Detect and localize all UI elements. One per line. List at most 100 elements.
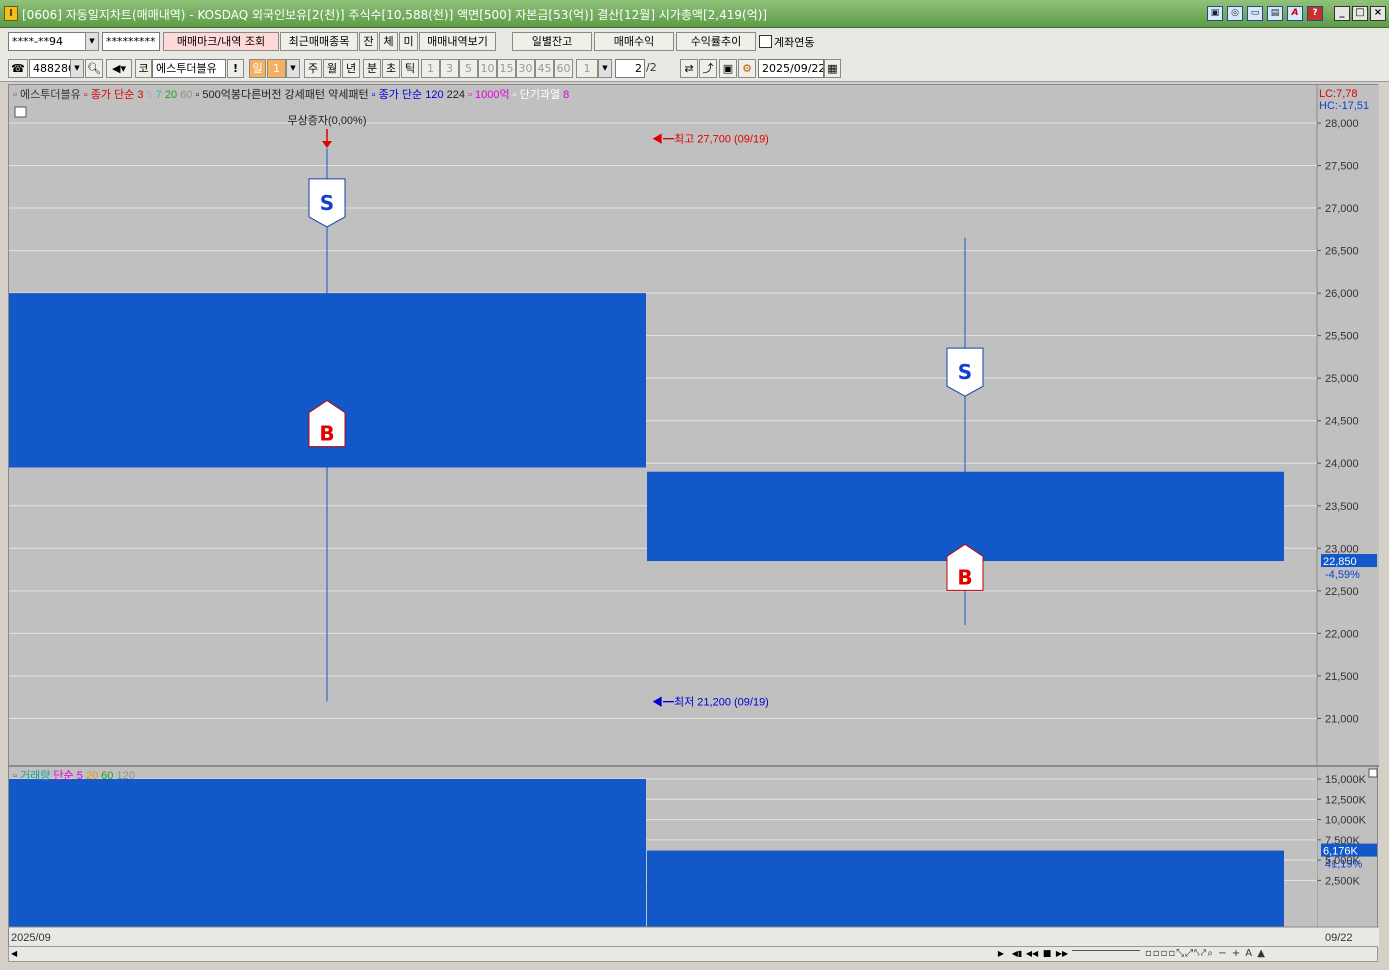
help-icon[interactable]: ? bbox=[1307, 6, 1323, 21]
legend-item[interactable]: ▫ 1000억 bbox=[465, 88, 510, 101]
scroll-left-icon[interactable]: ◀ bbox=[11, 949, 17, 958]
interval-button[interactable]: 60 bbox=[554, 59, 573, 78]
period-dropdown-icon[interactable]: ▼ bbox=[286, 59, 300, 78]
interval-button[interactable]: 15 bbox=[497, 59, 516, 78]
stop-icon[interactable]: ■ bbox=[1040, 947, 1054, 961]
code-dropdown-icon[interactable]: ▼ bbox=[70, 59, 84, 78]
period-monthly-button[interactable]: 월 bbox=[323, 59, 341, 78]
recent-stocks-button[interactable]: 최근매매종목 bbox=[280, 32, 358, 51]
speaker-icon[interactable]: ◀▾ bbox=[106, 59, 132, 78]
zoom-slider[interactable] bbox=[1072, 950, 1140, 958]
sell-mark-label: S bbox=[958, 360, 972, 384]
account-dropdown-icon[interactable]: ▼ bbox=[85, 32, 99, 51]
step-back-icon[interactable]: ◀▮ bbox=[1010, 947, 1024, 961]
volume-legend-item[interactable]: 단순 bbox=[50, 769, 73, 782]
interval-button[interactable]: 5 bbox=[459, 59, 478, 78]
legend-item[interactable]: ▫ 종가 단순 bbox=[81, 88, 135, 101]
minimize-button[interactable]: _ bbox=[1334, 6, 1350, 21]
period-daily-button[interactable]: 일 bbox=[249, 59, 266, 78]
password-input[interactable]: ********* bbox=[102, 32, 160, 51]
return-trend-button[interactable]: 수익률추이 bbox=[676, 32, 756, 51]
legend-item[interactable]: 224 bbox=[444, 89, 465, 101]
legend-item[interactable]: 60 bbox=[177, 89, 192, 101]
period-minute-button[interactable]: 분 bbox=[363, 59, 381, 78]
view-history-button[interactable]: 매매내역보기 bbox=[419, 32, 496, 51]
chart-area[interactable]: 28,000 27,500 27,000 26,500 26,000 25,500 25,0… bbox=[8, 84, 1379, 947]
period-tick-button[interactable]: 틱 bbox=[401, 59, 419, 78]
account-input[interactable]: ****-**94 bbox=[8, 32, 86, 51]
calendar-icon[interactable]: ▦ bbox=[824, 59, 841, 78]
volume-legend-item[interactable]: 5 bbox=[74, 770, 83, 782]
legend-item[interactable]: ▫ 단기과열 bbox=[510, 88, 561, 101]
legend-item[interactable]: 8 bbox=[560, 89, 569, 101]
period-weekly-button[interactable]: 주 bbox=[304, 59, 322, 78]
save-icon[interactable]: ▤ bbox=[1267, 6, 1283, 21]
chart-tools-strip[interactable]: ▫▫▫▫⤡⤢⤣⤤⌕ − + A ▲ bbox=[1145, 947, 1377, 961]
x-axis-bg bbox=[9, 927, 1379, 947]
page-input[interactable]: 2 bbox=[615, 59, 645, 78]
daily-balance-button[interactable]: 일별잔고 bbox=[512, 32, 592, 51]
fast-forward-icon[interactable]: ▶▶ bbox=[1055, 947, 1069, 961]
interval-button[interactable]: 30 bbox=[516, 59, 535, 78]
legend-item[interactable]: 5 bbox=[143, 89, 152, 101]
buy-mark-label: B bbox=[319, 422, 334, 446]
y-tick-label: 21,000 bbox=[1325, 713, 1359, 725]
legend-item[interactable]: ▫ 500억봉다른버전 강세패턴 bbox=[192, 88, 325, 101]
stock-code-input[interactable]: 488280 bbox=[29, 59, 71, 78]
interval-dropdown-icon[interactable]: ▼ bbox=[598, 59, 612, 78]
interval-button[interactable]: 10 bbox=[478, 59, 497, 78]
maximize-button[interactable]: □ bbox=[1352, 6, 1368, 21]
trade-mark-query-button[interactable]: 매매마크/내역 조회 bbox=[163, 32, 279, 51]
interval-button[interactable]: 45 bbox=[535, 59, 554, 78]
period-second-button[interactable]: 초 bbox=[382, 59, 400, 78]
save-disk-icon[interactable]: ▣ bbox=[719, 59, 737, 78]
search-icon[interactable]: 🔍︎ bbox=[85, 59, 103, 78]
interval-select[interactable]: 1 bbox=[576, 59, 598, 78]
date-input[interactable]: 2025/09/22 bbox=[758, 59, 824, 78]
legend-item[interactable]: 3 bbox=[134, 89, 143, 101]
sell-mark-label: S bbox=[320, 191, 334, 215]
interval-button[interactable]: 1 bbox=[421, 59, 440, 78]
account-link-checkbox[interactable] bbox=[759, 35, 772, 48]
alert-button[interactable]: ! bbox=[227, 59, 244, 78]
rewind-icon[interactable]: ◀◀ bbox=[1025, 947, 1039, 961]
volume-tick-label: 2,500K bbox=[1325, 875, 1361, 887]
layers-icon[interactable]: ◎ bbox=[1227, 6, 1243, 21]
unfilled-button[interactable]: 미 bbox=[399, 32, 418, 51]
filled-button[interactable]: 체 bbox=[379, 32, 398, 51]
period-yearly-button[interactable]: 년 bbox=[342, 59, 360, 78]
font-a-icon[interactable]: A bbox=[1287, 6, 1303, 21]
legend-item[interactable]: 7 bbox=[153, 89, 162, 101]
y-tick-label: 28,000 bbox=[1325, 118, 1359, 130]
stock-name-field[interactable]: 에스투더블유 bbox=[152, 59, 226, 78]
balance-button[interactable]: 잔 bbox=[359, 32, 378, 51]
legend-item[interactable]: 에스투더블유 bbox=[20, 88, 81, 101]
volume-legend-item[interactable]: 거래량 bbox=[20, 769, 50, 782]
copy-icon[interactable]: ▭ bbox=[1247, 6, 1263, 21]
account-link-label: 계좌연동 bbox=[774, 36, 815, 49]
phone-icon[interactable]: ☎ bbox=[8, 59, 28, 78]
legend-item[interactable]: 120 bbox=[422, 89, 443, 101]
low-label: ◀━최저 21,200 (09/19) bbox=[652, 695, 769, 708]
volume-legend-item[interactable]: 60 bbox=[98, 770, 113, 782]
interval-button[interactable]: 3 bbox=[440, 59, 459, 78]
gear-icon[interactable]: ⚙ bbox=[738, 59, 756, 78]
scroll-right-icon[interactable]: ▶ bbox=[995, 947, 1007, 961]
code-button[interactable]: 코 bbox=[135, 59, 152, 78]
hc-label: HC:-17,51 bbox=[1319, 100, 1369, 112]
legend-item[interactable]: ▫ 종가 단순 bbox=[369, 88, 423, 101]
legend-item[interactable]: 약세패턴 bbox=[325, 87, 369, 101]
legend-item[interactable]: 20 bbox=[162, 89, 177, 101]
chart-tool-icon[interactable]: ⤴ bbox=[699, 59, 717, 78]
volume-legend-item[interactable]: 120 bbox=[113, 770, 134, 782]
chart-scrollbar[interactable]: ◀ ▶ ◀▮ ◀◀ ■ ▶▶ ▫▫▫▫⤡⤢⤣⤤⌕ − + A ▲ bbox=[8, 946, 1378, 962]
y-tick-label: 24,000 bbox=[1325, 458, 1359, 470]
volume-legend-item[interactable]: 20 bbox=[83, 770, 98, 782]
close-button[interactable]: × bbox=[1370, 6, 1386, 21]
trade-profit-button[interactable]: 매매수익 bbox=[594, 32, 674, 51]
arrows-icon[interactable]: ⇄ bbox=[680, 59, 698, 78]
y-tick-label: 22,000 bbox=[1325, 628, 1359, 640]
chart-svg[interactable]: 28,000 27,500 27,000 26,500 26,000 25,500 25,0… bbox=[9, 85, 1379, 947]
window-link-icon[interactable]: ▣ bbox=[1207, 6, 1223, 21]
period-number-field[interactable]: 1 bbox=[267, 59, 286, 78]
